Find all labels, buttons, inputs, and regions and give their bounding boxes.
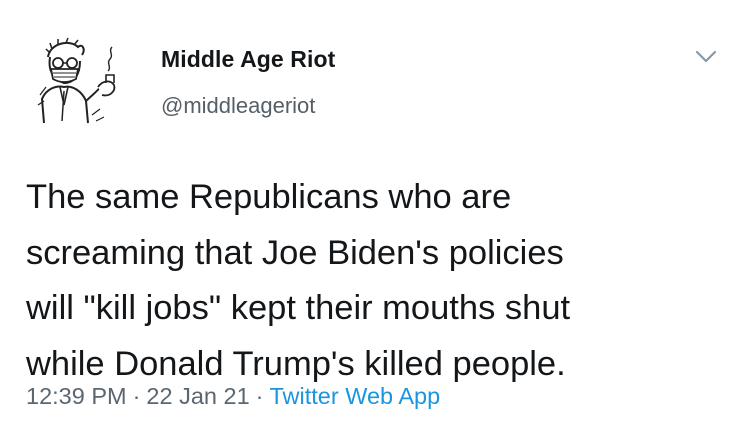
meta-separator: · [255, 383, 264, 409]
tweet-text-line: The same Republicans who are [26, 178, 512, 216]
user-handle[interactable]: @middleageriot [161, 93, 315, 119]
tweet-card: Middle Age Riot @middleageriot The same … [0, 0, 740, 435]
chevron-down-icon[interactable] [694, 49, 718, 65]
tweet-source-link[interactable]: Twitter Web App [269, 383, 440, 409]
avatar[interactable] [36, 35, 128, 127]
tweet-meta: 12:39 PM · 22 Jan 21 · Twitter Web App [26, 383, 440, 410]
tweet-time[interactable]: 12:39 PM [26, 383, 127, 409]
tweet-date[interactable]: 22 Jan 21 [146, 383, 249, 409]
meta-separator: · [132, 383, 141, 409]
tweet-text-line: screaming that Joe Biden's policies [26, 233, 564, 272]
tweet-text-line: will "kill jobs" kept their mouths shut [26, 289, 571, 327]
tweet-text: The same Republicans who are screaming t… [26, 170, 726, 392]
display-name[interactable]: Middle Age Riot [161, 46, 335, 73]
masked-man-sketch-icon [37, 37, 116, 124]
